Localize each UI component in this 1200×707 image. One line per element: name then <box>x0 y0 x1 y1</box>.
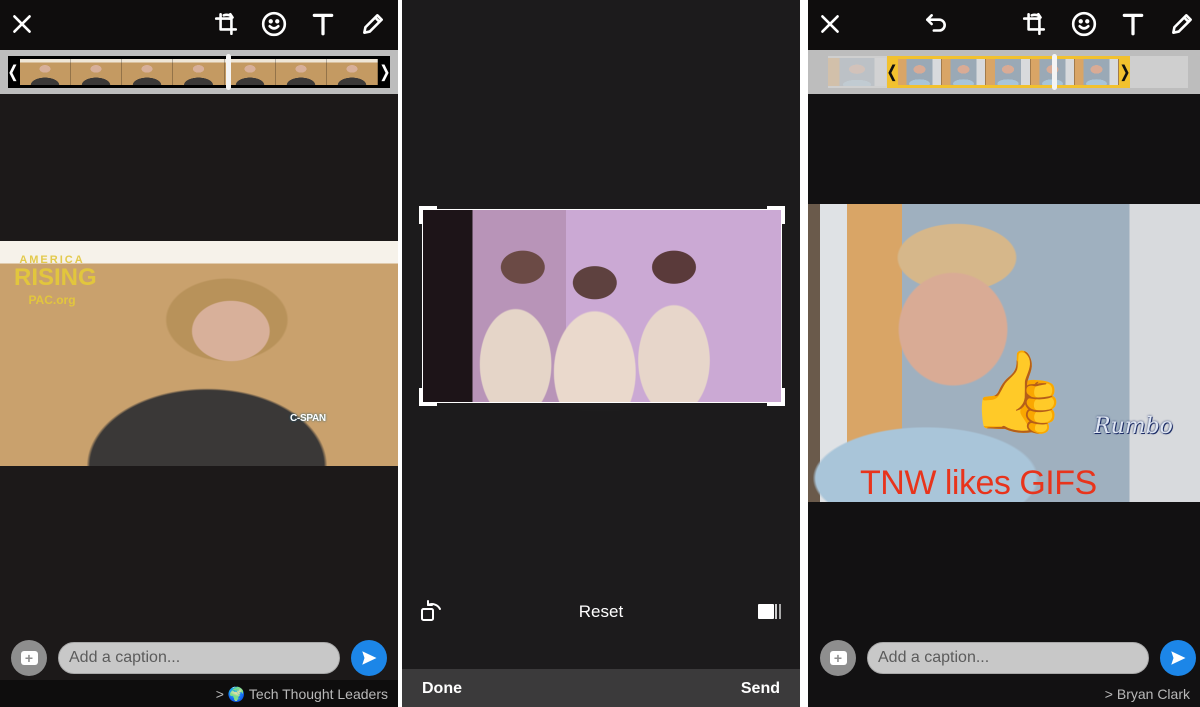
add-media-button[interactable]: + <box>11 640 47 676</box>
send-button[interactable] <box>351 640 387 676</box>
add-media-button[interactable]: + <box>820 640 856 676</box>
editor-toolbar <box>0 0 398 50</box>
recipient-label[interactable]: > Bryan Clark <box>1105 686 1190 702</box>
trim-end-handle[interactable]: ❭ <box>1118 56 1131 88</box>
trim-end-handle[interactable]: ❭ <box>378 56 391 88</box>
america-rising-watermark: AMERICA RISING PAC.org <box>14 254 97 307</box>
crop-rotate-icon[interactable] <box>1020 10 1048 38</box>
video-trim-timeline[interactable]: ❬ ❭ <box>808 50 1200 94</box>
crop-bottom-bar: Done Send <box>402 669 800 707</box>
crop-corner-handle[interactable] <box>767 388 785 406</box>
recipient-name: Tech Thought Leaders <box>248 686 388 702</box>
frame-thumbnail <box>828 58 886 86</box>
globe-icon: 🌍 <box>227 686 246 702</box>
text-overlay[interactable]: TNW likes GIFS <box>860 466 1097 500</box>
done-button[interactable]: Done <box>422 680 462 698</box>
frame-thumbnail <box>173 59 225 85</box>
reset-button[interactable]: Reset <box>402 602 800 622</box>
frame-thumbnails <box>20 59 378 85</box>
frame-thumbnail <box>20 59 72 85</box>
video-preview[interactable]: AMERICA RISING PAC.org C-SPAN <box>0 241 398 466</box>
aspect-ratio-icon[interactable] <box>758 604 782 619</box>
trim-selection[interactable]: ❬ ❭ <box>885 54 1132 90</box>
pencil-icon[interactable] <box>1168 10 1196 38</box>
panel-crop-editor: Reset Done Send <box>402 0 800 707</box>
frame-thumbnail <box>71 59 123 85</box>
video-trim-timeline[interactable]: ❬ ❭ <box>0 50 398 94</box>
send-button[interactable] <box>1160 640 1196 676</box>
frame-thumbnail <box>1074 59 1119 85</box>
playhead-scrubber[interactable] <box>1052 54 1057 90</box>
panel-gif-editor: ❬ ❭ 👍 Rumbo TNW likes GIFS + > Bryan Cla… <box>808 0 1200 707</box>
watermark-line: RISING <box>14 264 97 291</box>
recipient-name: Bryan Clark <box>1116 686 1190 702</box>
panel-video-editor: ❬ ❭ AMERICA RISING PAC.org C-SPAN + > 🌍 … <box>0 0 398 707</box>
text-icon[interactable] <box>1119 10 1147 38</box>
crop-corner-handle[interactable] <box>419 388 437 406</box>
send-text-button[interactable]: Send <box>741 680 780 698</box>
close-icon[interactable] <box>8 10 36 38</box>
crop-frame[interactable] <box>419 206 785 406</box>
thumbs-up-sticker[interactable]: 👍 <box>968 352 1068 432</box>
watermark-line: AMERICA <box>19 254 85 266</box>
pencil-icon[interactable] <box>359 10 387 38</box>
frame-thumbnail <box>326 59 378 85</box>
playhead-scrubber[interactable] <box>226 54 231 90</box>
frame-thumbnail <box>986 59 1031 85</box>
video-preview[interactable]: 👍 Rumbo TNW likes GIFS <box>808 204 1200 502</box>
chevron-right-icon: > <box>1104 686 1113 702</box>
smiley-icon[interactable] <box>1070 10 1098 38</box>
caption-input[interactable] <box>867 642 1149 674</box>
trim-track: ❬ ❭ <box>6 54 392 90</box>
frame-thumbnail <box>942 59 987 85</box>
recipient-label[interactable]: > 🌍 Tech Thought Leaders <box>216 686 388 703</box>
trim-start-handle[interactable]: ❬ <box>6 56 19 88</box>
send-arrow-icon <box>362 651 377 665</box>
send-arrow-icon <box>1171 651 1186 665</box>
editor-toolbar <box>808 0 1200 50</box>
signature-text: Rumbo <box>1094 414 1173 439</box>
crop-corner-handle[interactable] <box>767 206 785 224</box>
close-icon[interactable] <box>816 10 844 38</box>
plus-icon: + <box>829 651 847 665</box>
undo-icon[interactable] <box>922 10 950 38</box>
frame-thumbnails <box>898 59 1119 85</box>
crop-corner-handle[interactable] <box>419 206 437 224</box>
caption-input[interactable] <box>58 642 340 674</box>
plus-icon: + <box>20 651 38 665</box>
smiley-icon[interactable] <box>260 10 288 38</box>
trim-start-handle[interactable]: ❬ <box>885 56 898 88</box>
caption-bar: + <box>808 638 1200 678</box>
chevron-right-icon: > <box>215 686 224 702</box>
frame-thumbnail <box>275 59 327 85</box>
watermark-line: PAC.org <box>28 293 76 307</box>
cspan-logo: C-SPAN <box>290 413 326 424</box>
text-icon[interactable] <box>309 10 337 38</box>
frame-thumbnail <box>122 59 174 85</box>
frame-thumbnail <box>224 59 276 85</box>
crop-rotate-icon[interactable] <box>212 10 240 38</box>
caption-bar: + <box>0 638 398 678</box>
frame-thumbnail <box>898 59 943 85</box>
